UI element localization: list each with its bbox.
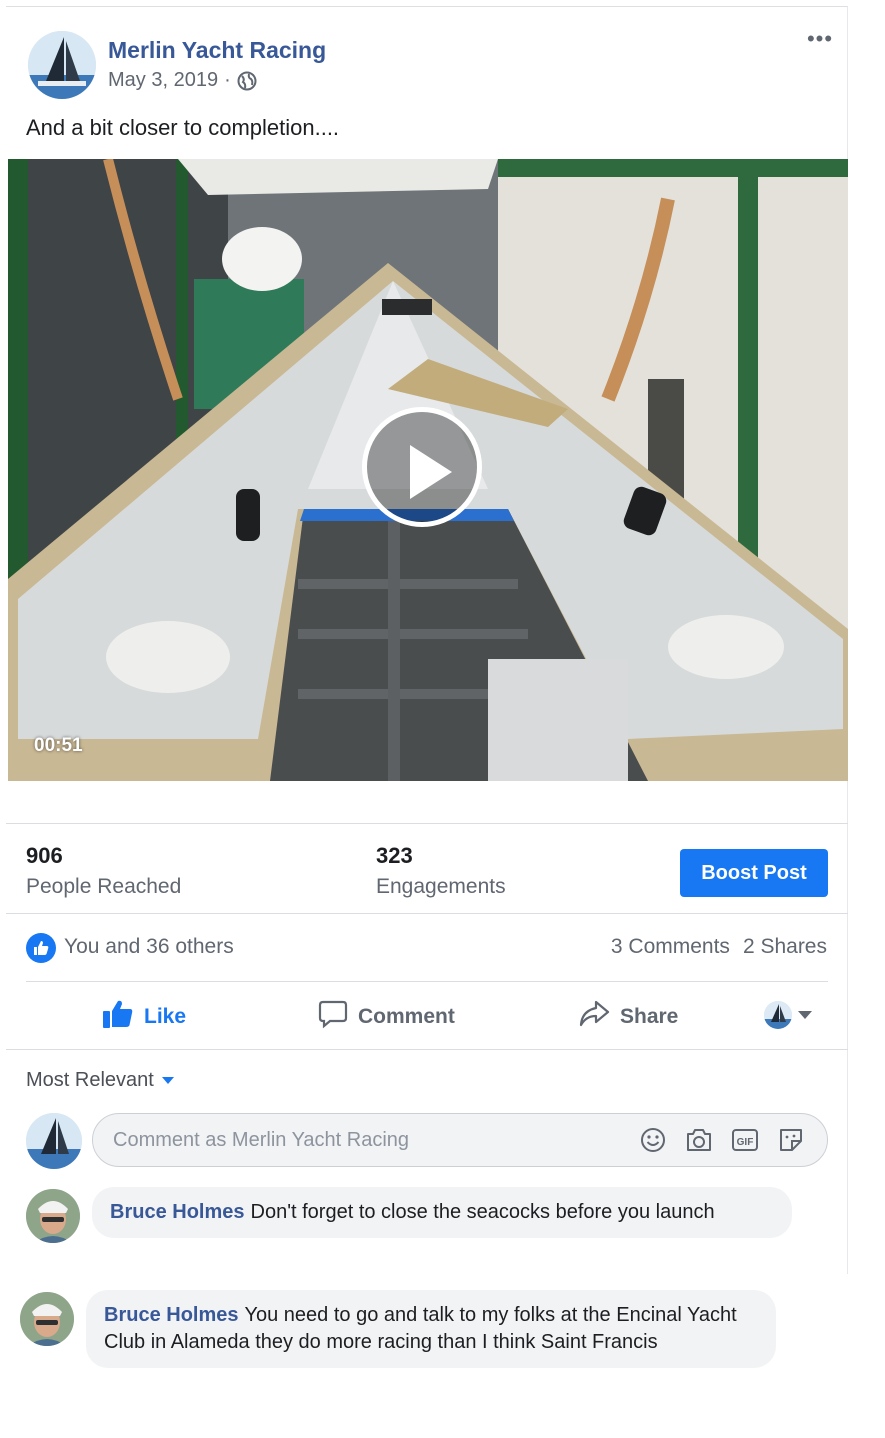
comment-label: Comment [358,1005,455,1028]
share-button[interactable]: Share [578,999,678,1035]
divider [6,823,848,824]
camera-icon[interactable] [683,1124,715,1156]
gif-icon[interactable]: GIF [729,1124,761,1156]
speech-bubble-icon [318,999,348,1035]
share-label: Share [620,1005,679,1028]
people-reached-label: People Reached [26,875,182,898]
video-player[interactable]: 00:51 [8,159,848,781]
play-button[interactable] [362,407,482,527]
video-duration: 00:51 [34,735,83,756]
boost-post-button[interactable]: Boost Post [680,849,828,897]
comment-text: Don't forget to close the seacocks befor… [250,1201,715,1223]
post-timestamp[interactable]: May 3, 2019 · [108,69,257,92]
shares-count[interactable]: 2 Shares [743,935,827,959]
people-reached-value: 906 [26,843,63,868]
comment-bubble: Bruce Holmes You need to go and talk to m… [86,1290,776,1368]
comment-author[interactable]: Bruce Holmes [110,1201,245,1223]
comment-placeholder: Comment as Merlin Yacht Racing [113,1128,410,1151]
like-reaction-icon[interactable] [26,933,56,963]
commenter-avatar[interactable] [26,1189,80,1243]
page-name-link[interactable]: Merlin Yacht Racing [108,37,326,64]
play-icon [410,445,452,499]
sort-label: Most Relevant [26,1069,154,1091]
like-label: Like [144,1005,187,1028]
post-as-selector[interactable] [764,1001,812,1029]
comment-input[interactable]: Comment as Merlin Yacht Racing GIF [92,1113,828,1167]
svg-text:GIF: GIF [737,1137,754,1148]
comment-author[interactable]: Bruce Holmes [104,1304,239,1326]
post-message: And a bit closer to completion.... [26,115,340,140]
comment-tools: GIF [637,1124,807,1156]
chevron-down-icon [161,1077,174,1084]
sticker-icon[interactable] [775,1124,807,1156]
engagements-label: Engagements [376,875,506,898]
comment-sort-dropdown[interactable]: Most Relevant [26,1069,174,1092]
engagements-value: 323 [376,843,413,868]
share-arrow-icon [578,999,610,1035]
more-options-icon[interactable]: ••• [802,28,838,53]
divider [6,913,848,914]
comment-button[interactable]: Comment [318,999,455,1035]
chevron-down-icon [798,1011,812,1019]
date-separator: · [224,69,231,91]
post-date-text[interactable]: May 3, 2019 [108,69,218,92]
globe-icon [237,71,257,91]
emoji-icon[interactable] [637,1124,669,1156]
engagement-counts: 3 Comments 2 Shares [611,935,827,959]
page-avatar[interactable] [28,31,96,99]
commenter-avatar [26,1113,82,1169]
reactions-summary[interactable]: You and 36 others [64,935,234,959]
comment-bubble: Bruce Holmes Don't forget to close the se… [92,1187,792,1238]
thumbs-up-icon [102,999,134,1035]
comments-count[interactable]: 3 Comments [611,935,730,959]
like-button[interactable]: Like [102,999,186,1035]
post-card: Merlin Yacht Racing May 3, 2019 · ••• An… [6,6,848,1274]
divider [26,981,828,982]
truncated-reply-link[interactable] [110,1273,410,1281]
commenter-avatar[interactable] [20,1292,74,1346]
page-avatar-small [764,1001,792,1029]
divider [6,1049,848,1050]
